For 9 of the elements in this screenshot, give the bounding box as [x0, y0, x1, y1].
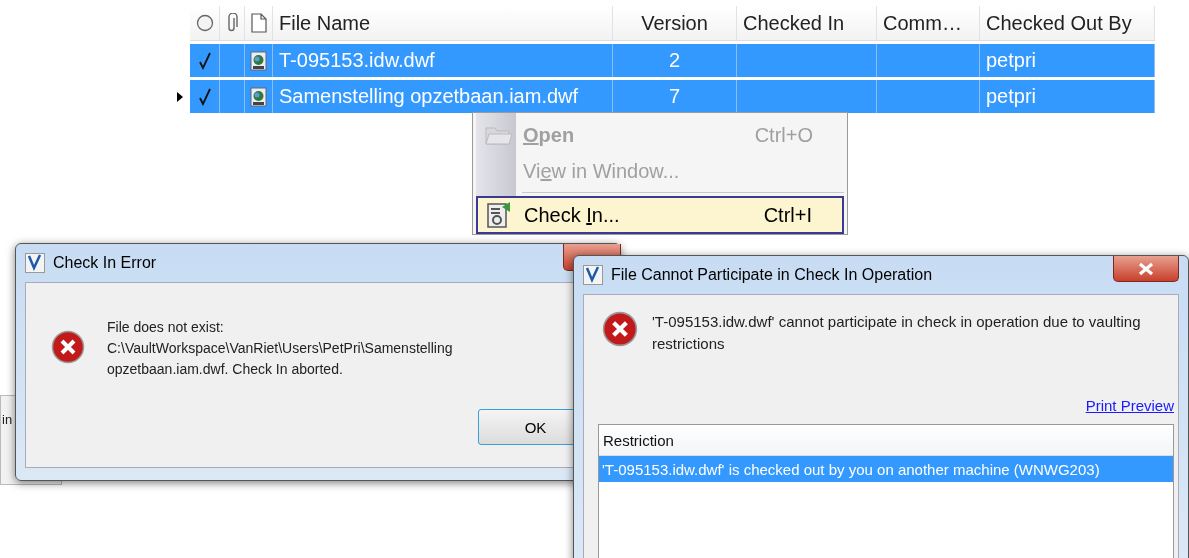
- table-cell: T-095153.idw.dwf: [273, 44, 613, 77]
- error-message: File does not exist: C:\VaultWorkspace\VanRiet\Users\PetPri\Samenstelling opzetbaan.iam.dwf. Check In aborted.: [107, 318, 453, 379]
- table-cell: petpri: [980, 44, 1155, 77]
- table-cell: petpri: [980, 80, 1155, 113]
- window-title: Check In Error: [53, 254, 157, 272]
- error-message: 'T-095153.idw.dwf' cannot participate in check in operation due to vaulting restrictions: [652, 312, 1142, 354]
- table-cell: 2: [613, 44, 737, 77]
- window-title: File Cannot Participate in Check In Operation: [611, 266, 933, 284]
- window-text: in: [2, 412, 13, 427]
